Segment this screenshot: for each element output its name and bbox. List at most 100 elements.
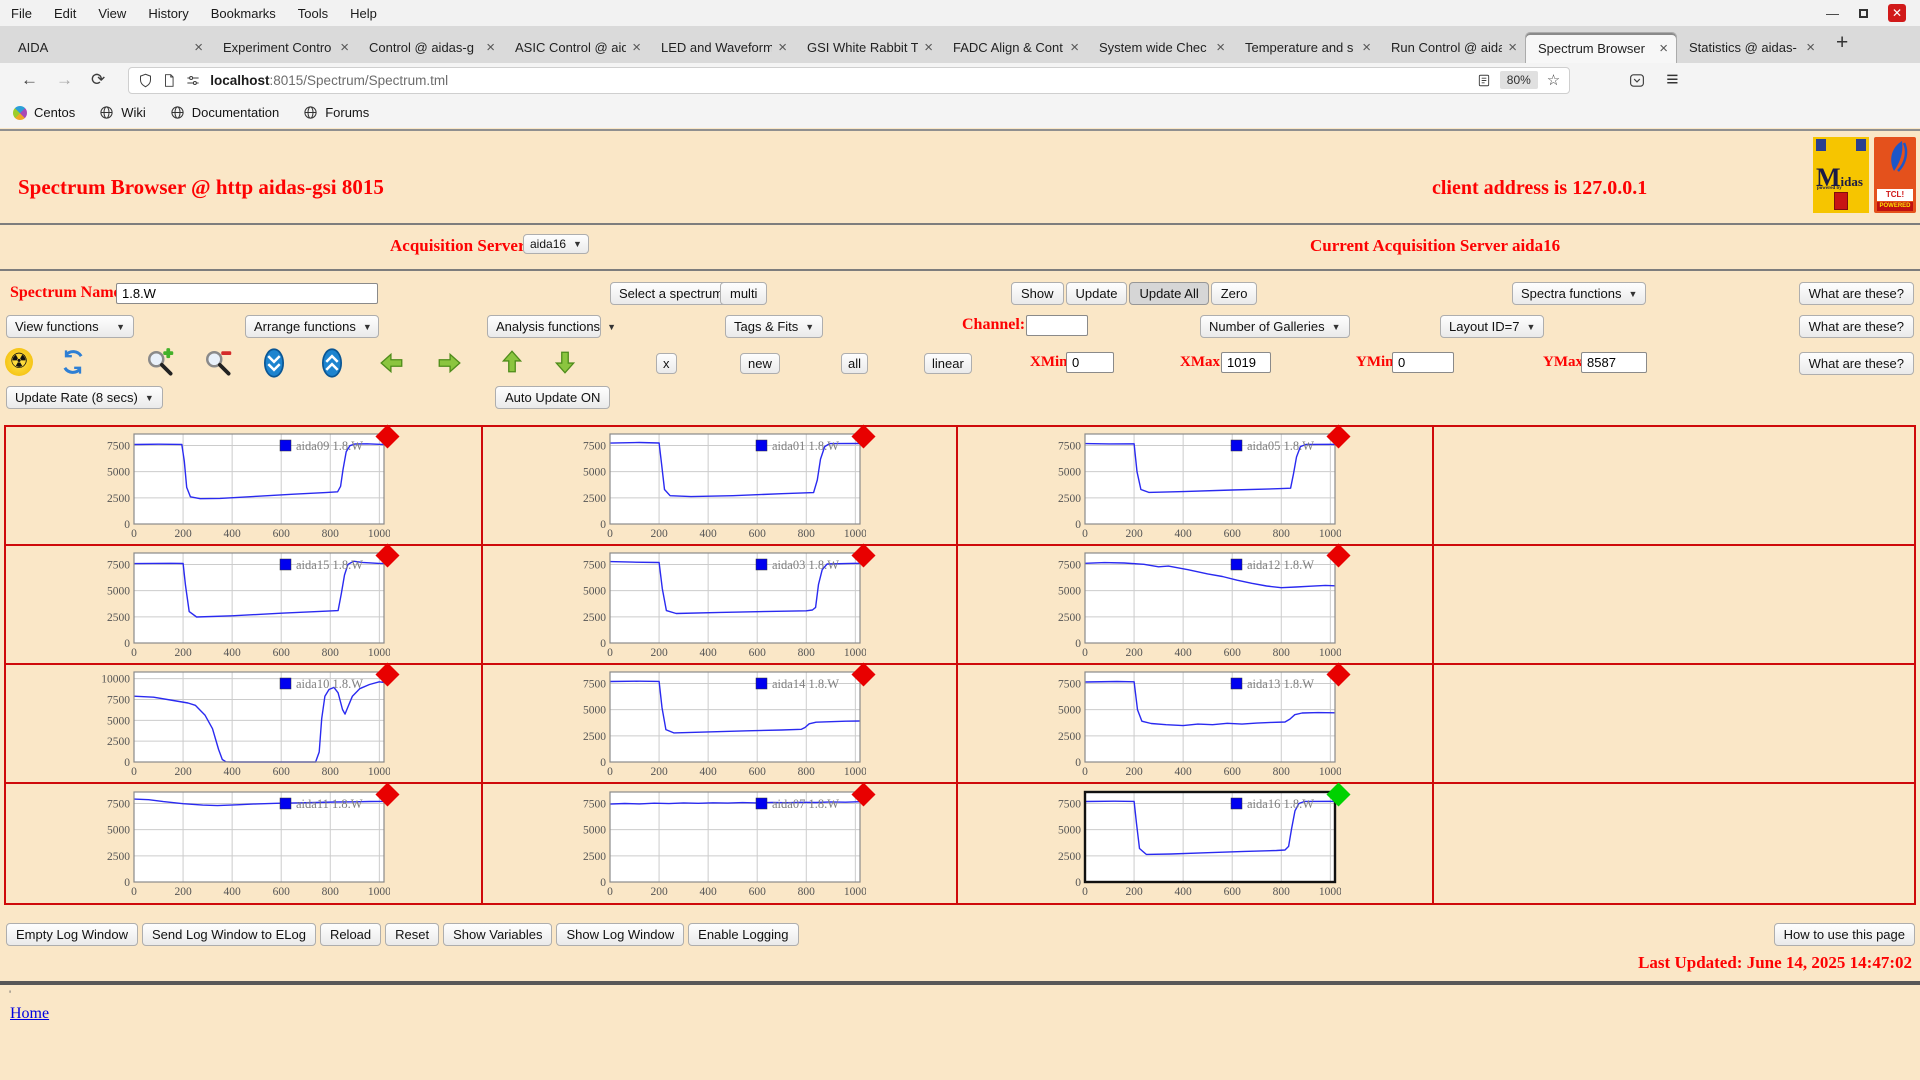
bookmark-wiki[interactable]: Wiki xyxy=(99,105,146,120)
bookmark-forums[interactable]: Forums xyxy=(303,105,369,120)
multi-button[interactable]: multi xyxy=(720,282,768,305)
menu-history[interactable]: History xyxy=(137,6,199,21)
empty-log-window-button[interactable]: Empty Log Window xyxy=(6,923,138,946)
tab-led-and-waveform[interactable]: LED and Waveform × xyxy=(649,32,795,63)
new-tab-button[interactable]: + xyxy=(1823,31,1861,59)
tab-close-icon[interactable]: × xyxy=(922,39,935,56)
what-are-these-button[interactable]: What are these? xyxy=(1798,282,1914,305)
gallery-cell-aida05[interactable]: 0 200 400 600 800 1000 0 2500 5000 7500 aida05 1.8… xyxy=(958,423,1434,546)
update-all-button[interactable]: Update All xyxy=(1129,282,1209,305)
gallery-cell-aida13[interactable]: 0 200 400 600 800 1000 0 2500 5000 7500 aida13 1.8… xyxy=(958,661,1434,784)
xmax-input[interactable] xyxy=(1221,352,1271,373)
tab-gsi-white-rabbit-t[interactable]: GSI White Rabbit T × xyxy=(795,32,941,63)
gallery-cell-aida10[interactable]: 0 200 400 600 800 1000 0 2500 5000 7500 10000 aida1… xyxy=(6,661,483,784)
permissions-tune-icon[interactable] xyxy=(185,73,201,88)
how-to-use-button[interactable]: How to use this page xyxy=(1773,923,1915,946)
url-bar[interactable]: localhost:8015/Spectrum/Spectrum.tml 80%… xyxy=(128,66,1571,94)
spectrum-chart-aida16[interactable]: 0 200 400 600 800 1000 0 2500 5000 7500 aida16 1.8… xyxy=(1049,781,1351,900)
tab-system-wide-chec[interactable]: System wide Chec × xyxy=(1087,32,1233,63)
all-button[interactable]: all xyxy=(841,353,869,374)
tab-close-icon[interactable]: × xyxy=(776,39,789,56)
send-log-window-to-elog-button[interactable]: Send Log Window to ELog xyxy=(142,923,316,946)
bookmark-documentation[interactable]: Documentation xyxy=(170,105,279,120)
menu-tools[interactable]: Tools xyxy=(287,6,339,21)
zoom-level-badge[interactable]: 80% xyxy=(1499,71,1538,89)
ymax-input[interactable] xyxy=(1581,352,1647,373)
number-of-galleries-dropdown[interactable]: Number of Galleries ▼ xyxy=(1200,315,1350,338)
auto-update-button[interactable]: Auto Update ON xyxy=(495,386,611,409)
tab-statistics-aidas[interactable]: Statistics @ aidas- × xyxy=(1677,32,1823,63)
gallery-cell-aida03[interactable]: 0 200 400 600 800 1000 0 2500 5000 7500 aida03 1.8… xyxy=(483,542,958,665)
gallery-cell-aida01[interactable]: 0 200 400 600 800 1000 0 2500 5000 7500 aida01 1.8… xyxy=(483,423,958,546)
reload-button[interactable]: Reload xyxy=(319,923,382,946)
x-axis-button[interactable]: x xyxy=(656,353,677,374)
reset-button[interactable]: Reset xyxy=(385,923,440,946)
spectrum-chart-aida09[interactable]: 0 200 400 600 800 1000 0 2500 5000 7500 aida09 1.8… xyxy=(98,423,400,542)
update-button[interactable]: Update xyxy=(1065,282,1128,305)
tab-close-icon[interactable]: × xyxy=(1804,39,1817,56)
tab-experiment-contro[interactable]: Experiment Contro × xyxy=(211,32,357,63)
spectrum-chart-aida10[interactable]: 0 200 400 600 800 1000 0 2500 5000 7500 10000 aida1… xyxy=(98,661,400,780)
tab-fadc-align-cont[interactable]: FADC Align & Cont × xyxy=(941,32,1087,63)
previous-arrow-icon[interactable] xyxy=(376,350,408,376)
menu-help[interactable]: Help xyxy=(339,6,388,21)
layout-id-dropdown[interactable]: Layout ID=7 ▼ xyxy=(1440,315,1545,338)
tab-aida[interactable]: AIDA × xyxy=(6,32,211,63)
spectrum-chart-aida01[interactable]: 0 200 400 600 800 1000 0 2500 5000 7500 aida01 1.8… xyxy=(574,423,876,542)
tab-close-icon[interactable]: × xyxy=(484,39,497,56)
show-log-window-button[interactable]: Show Log Window xyxy=(556,923,685,946)
show-button[interactable]: Show xyxy=(1011,282,1064,305)
menu-bookmarks[interactable]: Bookmarks xyxy=(200,6,287,21)
show-variables-button[interactable]: Show Variables xyxy=(443,923,553,946)
what-are-these-button[interactable]: What are these? xyxy=(1798,315,1914,338)
tab-close-icon[interactable]: × xyxy=(1506,39,1519,56)
tab-spectrum-browser[interactable]: Spectrum Browser × xyxy=(1525,32,1677,63)
reload-icon[interactable]: ⟳ xyxy=(82,70,114,90)
tab-temperature-and-s[interactable]: Temperature and s × xyxy=(1233,32,1379,63)
refresh-icon[interactable] xyxy=(59,348,87,376)
menu-view[interactable]: View xyxy=(87,6,137,21)
close-icon[interactable]: ✕ xyxy=(1888,4,1906,22)
spectrum-chart-aida05[interactable]: 0 200 400 600 800 1000 0 2500 5000 7500 aida05 1.8… xyxy=(1049,423,1351,542)
down-arrow-icon[interactable] xyxy=(552,346,578,378)
tab-close-icon[interactable]: × xyxy=(1214,39,1227,56)
tab-close-icon[interactable]: × xyxy=(1360,39,1373,56)
view-functions-dropdown[interactable]: View functions ▼ xyxy=(6,315,134,338)
reader-mode-icon[interactable] xyxy=(1477,73,1491,88)
gallery-cell-aida16[interactable]: 0 200 400 600 800 1000 0 2500 5000 7500 aida16 1.8… xyxy=(958,781,1434,903)
channel-input[interactable] xyxy=(1026,315,1088,336)
spectrum-chart-aida07[interactable]: 0 200 400 600 800 1000 0 2500 5000 7500 aida07 1.8… xyxy=(574,781,876,900)
what-are-these-button[interactable]: What are these? xyxy=(1798,352,1914,375)
spectrum-chart-aida14[interactable]: 0 200 400 600 800 1000 0 2500 5000 7500 aida14 1.8… xyxy=(574,661,876,780)
new-button[interactable]: new xyxy=(740,353,780,374)
spectra-functions-dropdown[interactable]: Spectra functions ▼ xyxy=(1512,282,1647,305)
spectrum-chart-aida03[interactable]: 0 200 400 600 800 1000 0 2500 5000 7500 aida03 1.8… xyxy=(574,542,876,661)
bookmark-centos[interactable]: Centos xyxy=(10,102,75,123)
gallery-cell-aida15[interactable]: 0 200 400 600 800 1000 0 2500 5000 7500 aida15 1.8… xyxy=(6,542,483,665)
tab-control-aidas-g[interactable]: Control @ aidas-g × xyxy=(357,32,503,63)
tags-fits-dropdown[interactable]: Tags & Fits ▼ xyxy=(725,315,824,338)
next-arrow-icon[interactable] xyxy=(433,350,465,376)
zoom-out-icon[interactable] xyxy=(203,348,233,378)
spectrum-chart-aida15[interactable]: 0 200 400 600 800 1000 0 2500 5000 7500 aida15 1.8… xyxy=(98,542,400,661)
zero-button[interactable]: Zero xyxy=(1210,282,1258,305)
forward-icon[interactable]: → xyxy=(47,70,82,90)
tab-close-icon[interactable]: × xyxy=(630,39,643,56)
bookmark-star-icon[interactable]: ☆ xyxy=(1547,71,1560,89)
tab-close-icon[interactable]: × xyxy=(1068,39,1081,56)
gallery-cell-aida09[interactable]: 0 200 400 600 800 1000 0 2500 5000 7500 aida09 1.8… xyxy=(6,423,483,546)
analysis-functions-dropdown[interactable]: Analysis functions ▼ xyxy=(487,315,616,338)
gallery-cell-aida11[interactable]: 0 200 400 600 800 1000 0 2500 5000 7500 aida11 1.8… xyxy=(6,781,483,903)
acquisition-server-select[interactable]: aida16 ▼ xyxy=(523,234,589,254)
zoom-in-icon[interactable] xyxy=(145,348,175,378)
tab-close-icon[interactable]: × xyxy=(1657,40,1670,57)
radiation-icon[interactable]: ☢ xyxy=(5,348,33,376)
menu-edit[interactable]: Edit xyxy=(43,6,87,21)
spectrum-chart-aida12[interactable]: 0 200 400 600 800 1000 0 2500 5000 7500 aida12 1.8… xyxy=(1049,542,1351,661)
gallery-cell-aida07[interactable]: 0 200 400 600 800 1000 0 2500 5000 7500 aida07 1.8… xyxy=(483,781,958,903)
tab-close-icon[interactable]: × xyxy=(192,39,205,56)
arrange-functions-dropdown[interactable]: Arrange functions ▼ xyxy=(245,315,379,338)
pocket-icon[interactable] xyxy=(1628,72,1646,89)
gallery-cell-aida12[interactable]: 0 200 400 600 800 1000 0 2500 5000 7500 aida12 1.8… xyxy=(958,542,1434,665)
spectrum-chart-aida11[interactable]: 0 200 400 600 800 1000 0 2500 5000 7500 aida11 1.8… xyxy=(98,781,400,900)
